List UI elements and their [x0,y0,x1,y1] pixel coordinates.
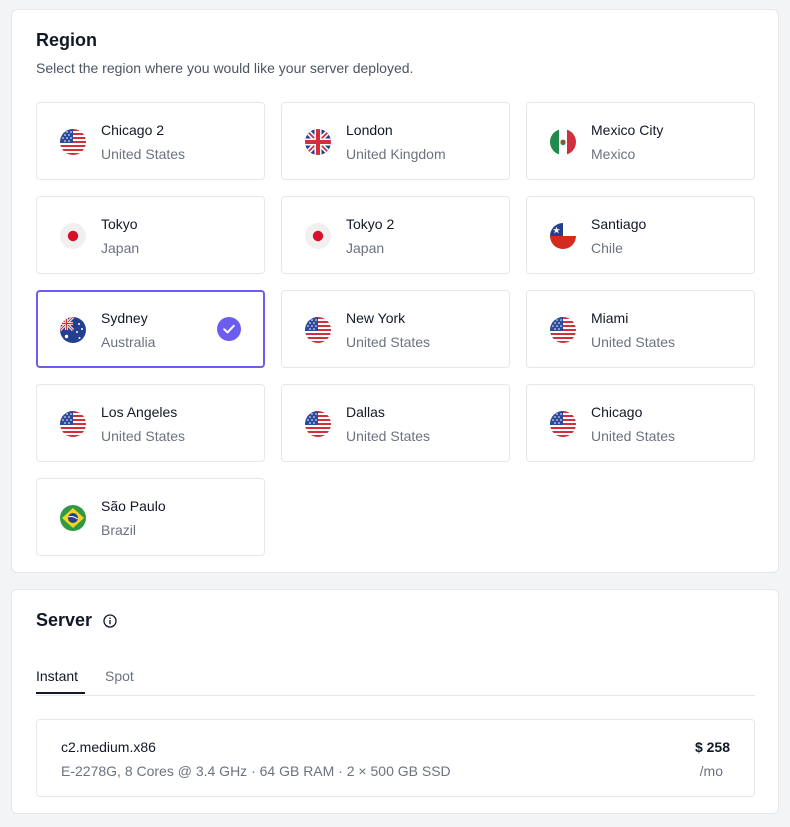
region-option-london[interactable]: London United Kingdom [281,102,510,180]
us-flag-icon [550,411,576,437]
region-city: Los Angeles [101,404,178,420]
region-city: Tokyo 2 [346,216,395,232]
brazil-flag-icon [60,505,86,531]
us-flag-icon [550,317,576,343]
server-title: Server [36,610,93,630]
region-city: Chicago [591,404,643,420]
region-country: United States [101,428,186,444]
region-country: Brazil [101,522,137,538]
server-plan-option[interactable]: c2.medium.x86 E-2278G, 8 Cores @ 3.4 GHz… [36,719,755,797]
region-country: United States [346,428,431,444]
plan-price: $ 258 [694,739,730,755]
region-country: Mexico [591,146,636,162]
region-country: United States [591,334,676,350]
japan-flag-icon [60,223,86,249]
region-option-dallas[interactable]: Dallas United States [281,384,510,462]
region-card: Region Select the region where you would… [11,9,779,573]
region-grid: Chicago 2 United States London United King… [36,102,755,556]
region-country: United States [591,428,676,444]
region-country: Chile [591,240,623,256]
mexico-flag-icon [550,129,576,155]
region-option-s-o-paulo[interactable]: São Paulo Brazil [36,478,265,556]
region-country: United States [101,146,186,162]
us-flag-icon [305,411,331,437]
region-option-miami[interactable]: Miami United States [526,290,755,368]
region-option-tokyo[interactable]: Tokyo Japan [36,196,265,274]
region-option-los-angeles[interactable]: Los Angeles United States [36,384,265,462]
region-option-mexico-city[interactable]: Mexico City Mexico [526,102,755,180]
region-city: Chicago 2 [101,122,165,138]
region-country: Australia [101,334,156,350]
check-circle-icon [217,317,241,341]
region-country: Japan [101,240,140,256]
info-icon[interactable] [103,614,117,628]
region-country: United Kingdom [346,146,446,162]
region-city: Sydney [101,310,148,326]
region-city: Dallas [346,404,385,420]
region-option-chicago-2[interactable]: Chicago 2 United States [36,102,265,180]
us-flag-icon [60,411,86,437]
tab-instant[interactable]: Instant [36,668,85,694]
region-subtitle: Select the region where you would like y… [36,60,414,76]
region-city: Santiago [591,216,647,232]
server-card: Server Instant Spot c2.medium.x86 E-2278… [11,589,779,814]
plan-name: c2.medium.x86 [61,739,156,755]
us-flag-icon [60,129,86,155]
region-city: São Paulo [101,498,166,514]
region-title: Region [36,30,97,50]
region-option-sydney[interactable]: Sydney Australia [36,290,265,368]
japan-flag-icon [305,223,331,249]
server-tabs: Instant Spot [36,666,755,696]
region-option-tokyo-2[interactable]: Tokyo 2 Japan [281,196,510,274]
region-city: Tokyo [101,216,138,232]
region-country: Japan [346,240,385,256]
region-city: Mexico City [591,122,664,138]
region-option-santiago[interactable]: Santiago Chile [526,196,755,274]
us-flag-icon [305,317,331,343]
region-option-new-york[interactable]: New York United States [281,290,510,368]
region-city: London [346,122,393,138]
australia-flag-icon [60,317,86,343]
uk-flag-icon [305,129,331,155]
chile-flag-icon [550,223,576,249]
region-city: New York [346,310,406,326]
plan-period: /mo [699,763,723,779]
region-city: Miami [591,310,629,326]
region-option-chicago[interactable]: Chicago United States [526,384,755,462]
region-country: United States [346,334,431,350]
tab-spot[interactable]: Spot [105,668,134,684]
plan-specs: E-2278G, 8 Cores @ 3.4 GHz · 64 GB RAM ·… [61,763,451,779]
